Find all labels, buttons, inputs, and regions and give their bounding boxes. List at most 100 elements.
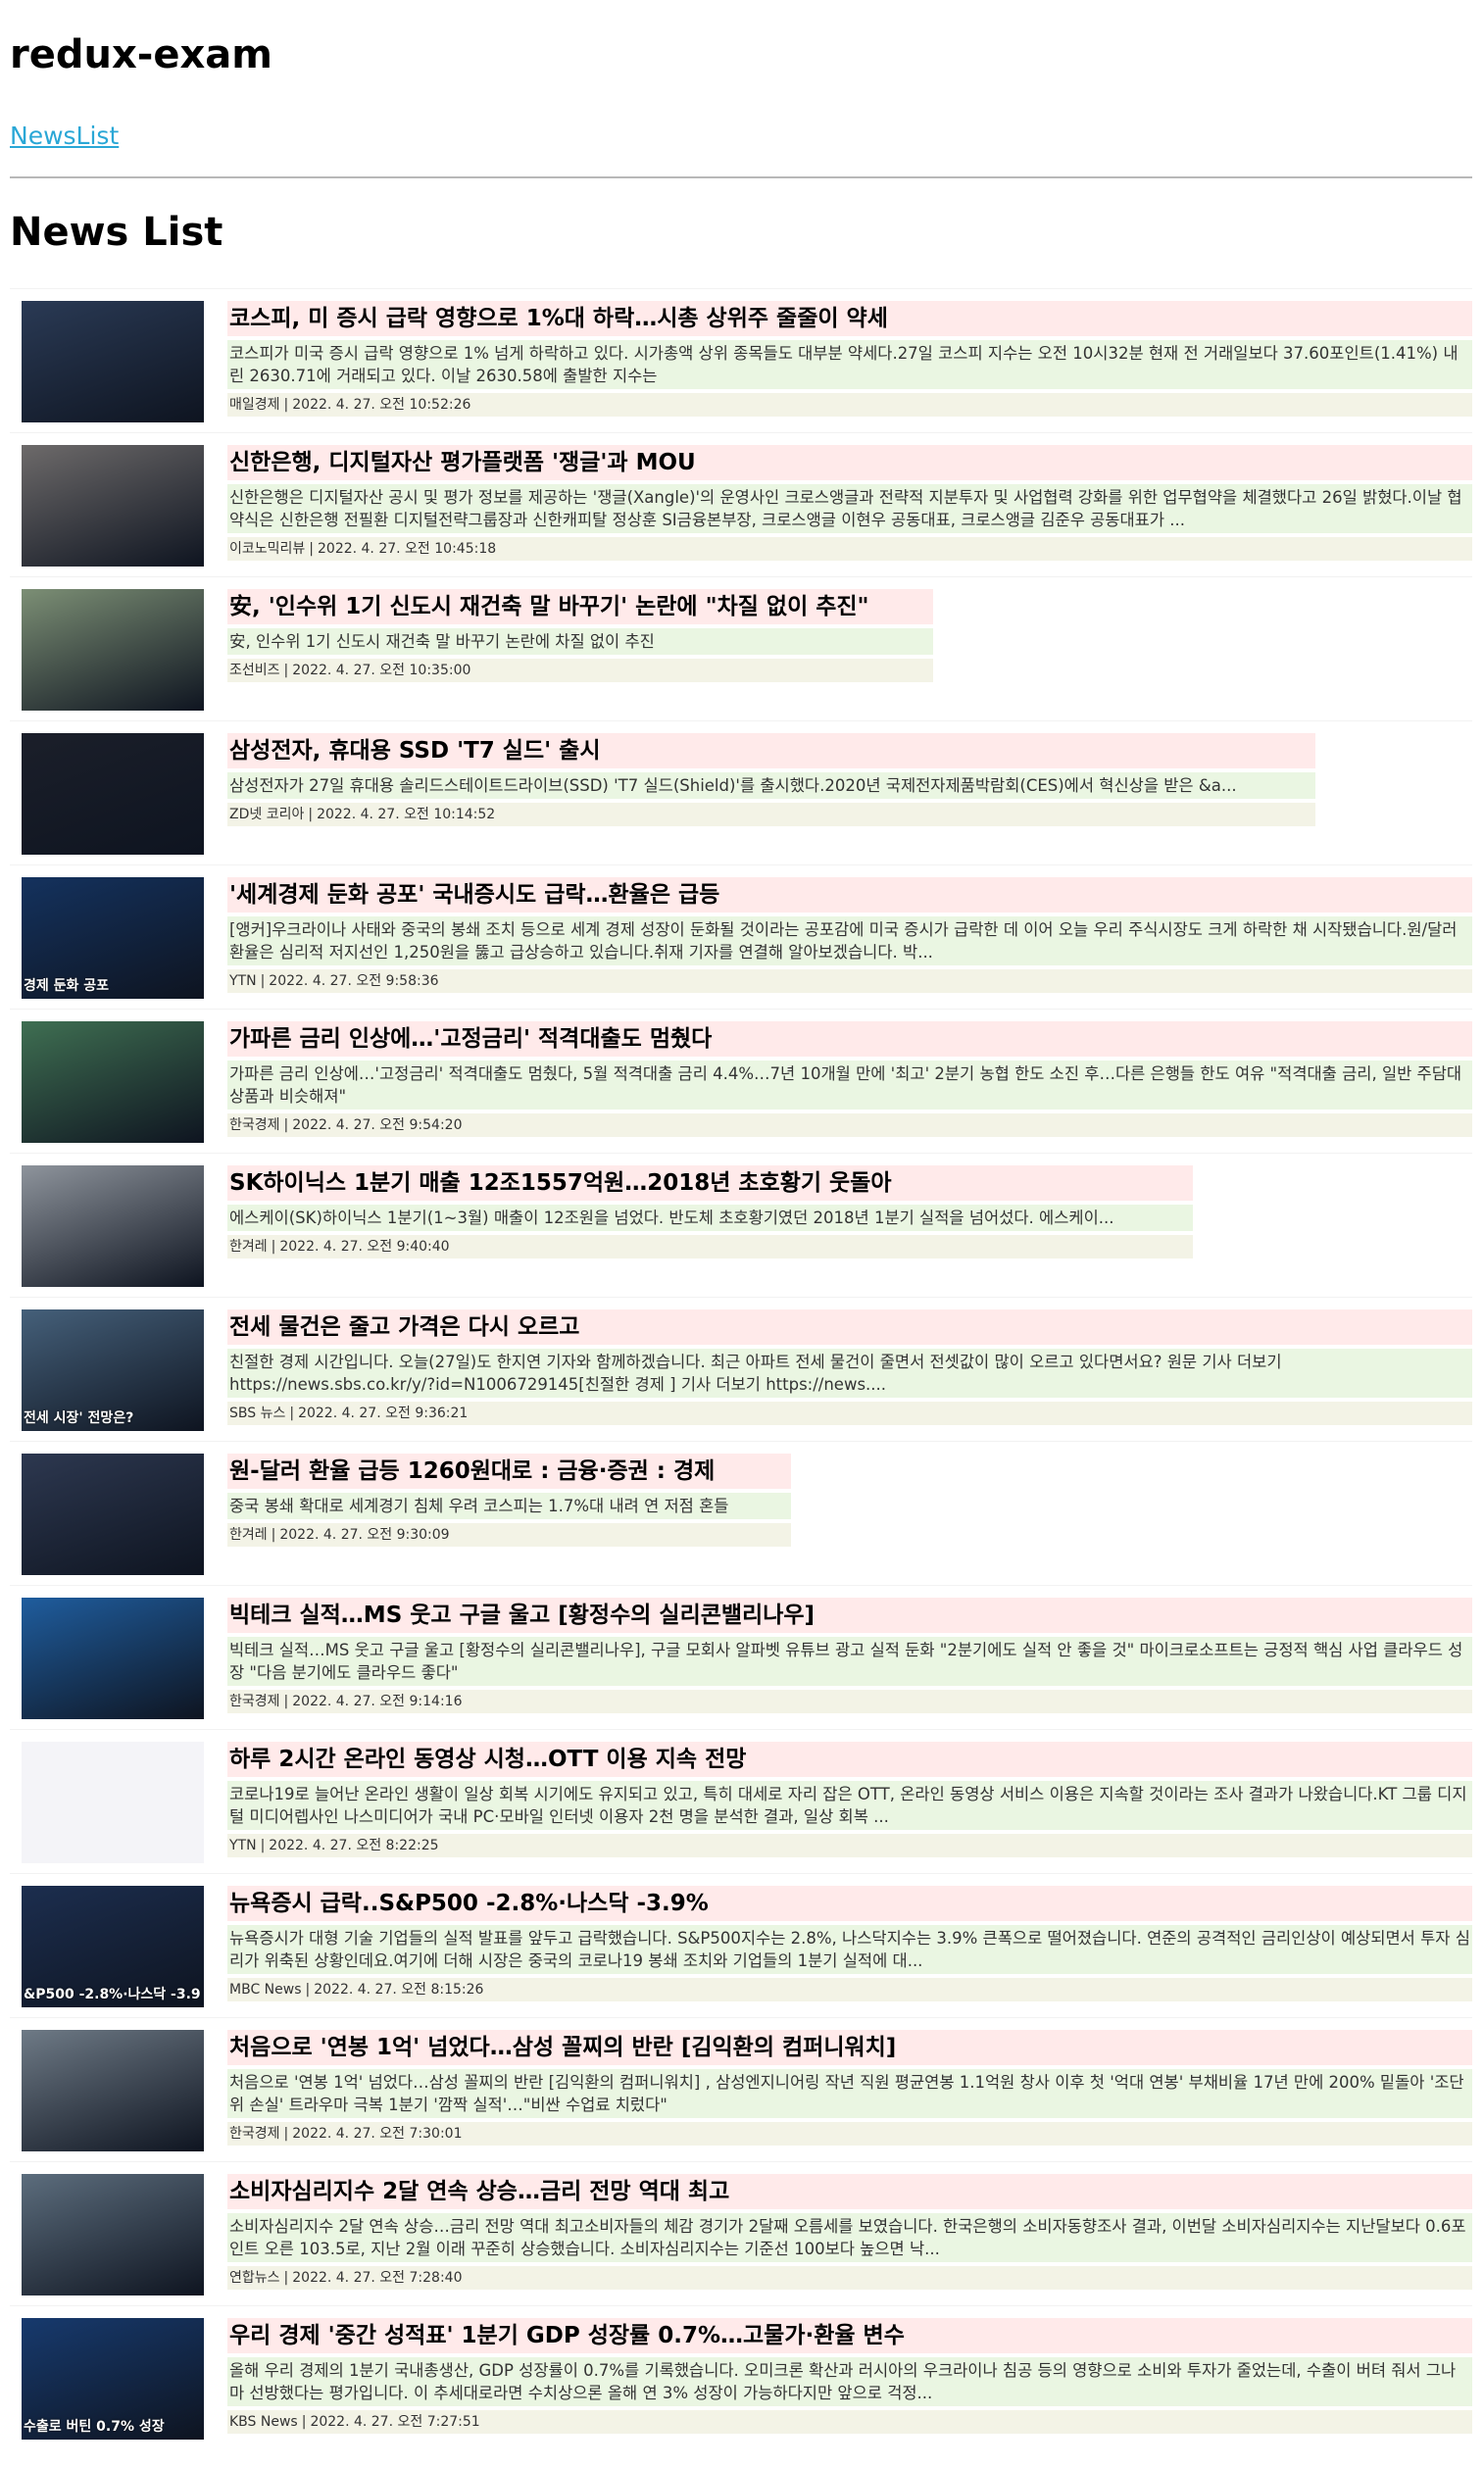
news-source: 연합뉴스 [229,2270,280,2286]
news-thumbnail[interactable] [22,1021,204,1143]
news-date: 2022. 4. 27. 오전 9:40:40 [279,1239,450,1255]
news-title[interactable]: 빅테크 실적…MS 웃고 구글 울고 [황정수의 실리콘밸리나우] [227,1598,1472,1633]
news-source: 한국경제 [229,1694,280,1709]
meta-separator: | [260,1838,266,1853]
divider [10,176,1472,178]
news-title[interactable]: 처음으로 '연봉 1억' 넘었다…삼성 꼴찌의 반란 [김익환의 컴퍼니워치] [227,2030,1472,2065]
news-item[interactable]: 수출로 버틴 0.7% 성장 우리 경제 '중간 성적표' 1분기 GDP 성장률… [10,2305,1472,2449]
news-thumbnail[interactable] [22,445,204,567]
news-item[interactable]: 하루 2시간 온라인 동영상 시청…OTT 이용 지속 전망코로나19로 늘어난… [10,1729,1472,1873]
meta-separator: | [305,1982,311,1998]
news-title[interactable]: '세계경제 둔화 공포' 국내증시도 급락…환율은 급등 [227,877,1472,913]
news-content: 뉴욕증시 급락..S&P500 -2.8%·나스닥 -3.9% 뉴욕증시가 대형 … [227,1886,1472,2001]
news-meta: 한국경제 | 2022. 4. 27. 오전 9:14:16 [227,1690,1472,1713]
news-date: 2022. 4. 27. 오전 8:15:26 [314,1982,484,1998]
thumbnail-caption: 전세 시장' 전망은? [24,1410,134,1426]
news-content: '세계경제 둔화 공포' 국내증시도 급락…환율은 급등 [앵커]우크라이나 사태… [227,877,1472,993]
thumbnail-caption: 수출로 버틴 0.7% 성장 [24,2419,165,2435]
news-title[interactable]: 원-달러 환율 급등 1260원대로 : 금융·증권 : 경제 [227,1454,791,1489]
news-source: 한국경제 [229,2126,280,2142]
news-thumbnail[interactable] [22,589,204,711]
newslist-link[interactable]: NewsList [10,122,119,150]
news-title[interactable]: 하루 2시간 온라인 동영상 시청…OTT 이용 지속 전망 [227,1742,1472,1777]
news-item[interactable]: 원-달러 환율 급등 1260원대로 : 금융·증권 : 경제 중국 봉쇄 확대로… [10,1441,1472,1585]
news-title[interactable]: 소비자심리지수 2달 연속 상승…금리 전망 역대 최고 [227,2174,1472,2209]
news-thumbnail[interactable]: &P500 -2.8%·나스닥 -3.9 [22,1886,204,2007]
news-title[interactable]: SK하이닉스 1분기 매출 12조1557억원…2018년 초호황기 웃돌아 [227,1165,1193,1201]
thumbnail-caption: &P500 -2.8%·나스닥 -3.9 [24,1987,201,2002]
news-item[interactable]: 빅테크 실적…MS 웃고 구글 울고 [황정수의 실리콘밸리나우] 빅테크 실적…… [10,1585,1472,1729]
news-content: 신한은행, 디지털자산 평가플랫폼 '쟁글'과 MOU 신한은행은 디지털자산 공… [227,445,1472,561]
news-title[interactable]: 신한은행, 디지털자산 평가플랫폼 '쟁글'과 MOU [227,445,1472,480]
news-thumbnail[interactable]: 수출로 버틴 0.7% 성장 [22,2318,204,2440]
news-date: 2022. 4. 27. 오전 10:35:00 [292,663,471,678]
news-item[interactable]: SK하이닉스 1분기 매출 12조1557억원…2018년 초호황기 웃돌아에스… [10,1153,1472,1297]
news-description: 친절한 경제 시간입니다. 오늘(27일)도 한지연 기자와 함께하겠습니다. … [227,1349,1472,1398]
news-meta: 이코노믹리뷰 | 2022. 4. 27. 오전 10:45:18 [227,537,1472,561]
news-thumbnail[interactable] [22,301,204,422]
news-title[interactable]: 뉴욕증시 급락..S&P500 -2.8%·나스닥 -3.9% [227,1886,1472,1921]
news-description: 코로나19로 늘어난 온라인 생활이 일상 회복 시기에도 유지되고 있고, 특… [227,1781,1472,1830]
news-thumbnail[interactable]: 전세 시장' 전망은? [22,1309,204,1431]
news-date: 2022. 4. 27. 오전 9:36:21 [298,1406,469,1421]
news-thumbnail[interactable] [22,2030,204,2151]
news-thumbnail[interactable]: 경제 둔화 공포 [22,877,204,999]
news-description: 가파른 금리 인상에…'고정금리' 적격대출도 멈췄다, 5월 적격대출 금리 … [227,1061,1472,1110]
news-meta: MBC News | 2022. 4. 27. 오전 8:15:26 [227,1978,1472,2001]
news-item[interactable]: 전세 시장' 전망은? 전세 물건은 줄고 가격은 다시 오르고친절한 경제 시간… [10,1297,1472,1441]
meta-separator: | [283,1694,289,1709]
news-description: 소비자심리지수 2달 연속 상승…금리 전망 역대 최고소비자들의 체감 경기가… [227,2213,1472,2262]
news-title[interactable]: 가파른 금리 인상에…'고정금리' 적격대출도 멈췄다 [227,1021,1472,1057]
news-title[interactable]: 삼성전자, 휴대용 SSD 'T7 실드' 출시 [227,733,1315,768]
news-item[interactable]: 코스피, 미 증시 급락 영향으로 1%대 하락…시총 상위주 줄줄이 약세 코스… [10,288,1472,432]
news-item[interactable]: 경제 둔화 공포 '세계경제 둔화 공포' 국내증시도 급락…환율은 급등 [앵커]… [10,864,1472,1009]
news-thumbnail[interactable] [22,2174,204,2295]
news-item[interactable]: 소비자심리지수 2달 연속 상승…금리 전망 역대 최고소비자심리지수 2달 연… [10,2161,1472,2305]
news-source: 조선비즈 [229,663,280,678]
news-date: 2022. 4. 27. 오전 10:45:18 [318,541,497,557]
news-meta: 한국경제 | 2022. 4. 27. 오전 9:54:20 [227,1113,1472,1137]
meta-separator: | [283,397,289,413]
news-date: 2022. 4. 27. 오전 10:52:26 [292,397,471,413]
news-item[interactable]: 삼성전자, 휴대용 SSD 'T7 실드' 출시삼성전자가 27일 휴대용 솔리… [10,720,1472,864]
page-heading: News List [10,210,223,255]
meta-separator: | [301,2414,307,2430]
news-description: 에스케이(SK)하이닉스 1분기(1~3월) 매출이 12조원을 넘었다. 반도… [227,1205,1193,1231]
news-meta: 조선비즈 | 2022. 4. 27. 오전 10:35:00 [227,659,933,682]
app-root: redux-exam NewsList News List 코스피, 미 증시 … [0,0,1484,2449]
news-description: 安, 인수위 1기 신도시 재건축 말 바꾸기 논란에 차질 없이 추진 [227,628,933,655]
news-item[interactable]: &P500 -2.8%·나스닥 -3.9 뉴욕증시 급락..S&P500 -2.8… [10,1873,1472,2017]
news-meta: 연합뉴스 | 2022. 4. 27. 오전 7:28:40 [227,2266,1472,2290]
news-item[interactable]: 처음으로 '연봉 1억' 넘었다…삼성 꼴찌의 반란 [김익환의 컴퍼니워치] 처… [10,2017,1472,2161]
news-description: 뉴욕증시가 대형 기술 기업들의 실적 발표를 앞두고 급락했습니다. S&P5… [227,1925,1472,1974]
app-title: redux-exam [10,32,272,77]
news-item[interactable]: 安, '인수위 1기 신도시 재건축 말 바꾸기' 논란에 "차질 없이 추진"… [10,576,1472,720]
meta-separator: | [283,2126,289,2142]
news-title[interactable]: 전세 물건은 줄고 가격은 다시 오르고 [227,1309,1472,1345]
news-thumbnail[interactable] [22,1165,204,1287]
news-description: 삼성전자가 27일 휴대용 솔리드스테이트드라이브(SSD) 'T7 실드(Sh… [227,772,1315,799]
news-content: 빅테크 실적…MS 웃고 구글 울고 [황정수의 실리콘밸리나우] 빅테크 실적…… [227,1598,1472,1713]
news-item[interactable]: 가파른 금리 인상에…'고정금리' 적격대출도 멈췄다가파른 금리 인상에…'고… [10,1009,1472,1153]
meta-separator: | [283,1117,289,1133]
news-content: 우리 경제 '중간 성적표' 1분기 GDP 성장률 0.7%…고물가·환율 변… [227,2318,1472,2434]
news-content: 처음으로 '연봉 1억' 넘었다…삼성 꼴찌의 반란 [김익환의 컴퍼니워치] 처… [227,2030,1472,2146]
news-source: YTN [229,1838,257,1853]
news-thumbnail[interactable] [22,733,204,855]
news-source: 한국경제 [229,1117,280,1133]
news-title[interactable]: 코스피, 미 증시 급락 영향으로 1%대 하락…시총 상위주 줄줄이 약세 [227,301,1472,336]
news-item[interactable]: 신한은행, 디지털자산 평가플랫폼 '쟁글'과 MOU 신한은행은 디지털자산 공… [10,432,1472,576]
news-thumbnail[interactable] [22,1454,204,1575]
news-thumbnail[interactable] [22,1598,204,1719]
news-source: 매일경제 [229,397,280,413]
news-content: 삼성전자, 휴대용 SSD 'T7 실드' 출시삼성전자가 27일 휴대용 솔리… [227,733,1315,826]
news-title[interactable]: 우리 경제 '중간 성적표' 1분기 GDP 성장률 0.7%…고물가·환율 변… [227,2318,1472,2353]
news-date: 2022. 4. 27. 오전 7:30:01 [292,2126,463,2142]
news-thumbnail[interactable] [22,1742,204,1863]
news-title[interactable]: 安, '인수위 1기 신도시 재건축 말 바꾸기' 논란에 "차질 없이 추진" [227,589,933,624]
news-content: 가파른 금리 인상에…'고정금리' 적격대출도 멈췄다가파른 금리 인상에…'고… [227,1021,1472,1137]
news-source: ZD넷 코리아 [229,807,305,822]
news-source: SBS 뉴스 [229,1406,286,1421]
meta-separator: | [271,1239,276,1255]
news-meta: SBS 뉴스 | 2022. 4. 27. 오전 9:36:21 [227,1402,1472,1425]
